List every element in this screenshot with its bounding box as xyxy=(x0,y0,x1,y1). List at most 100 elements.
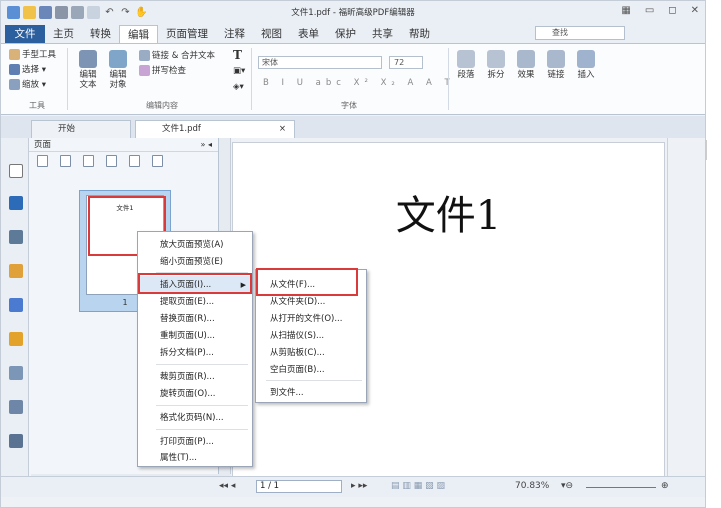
submenu-item-from-clipboard[interactable]: 从剪贴板(C)... xyxy=(256,344,366,362)
menu-item-extract-page[interactable]: 提取页面(E)... xyxy=(138,293,252,311)
shape-tool-icon[interactable]: ◈▾ xyxy=(233,82,244,92)
delete-page-icon[interactable] xyxy=(152,155,163,167)
link-label: 链接 xyxy=(547,70,565,80)
close-tab-icon[interactable]: × xyxy=(279,121,286,137)
tab-file[interactable]: 文件 xyxy=(5,25,45,43)
select-tool-button[interactable]: 选择 ▾ xyxy=(9,63,46,75)
fields-icon[interactable] xyxy=(9,400,23,414)
menu-separator xyxy=(156,364,248,365)
menu-item-zoom-in-preview[interactable]: 放大页面预览(A) xyxy=(138,236,252,254)
tab-help[interactable]: 帮助 xyxy=(401,25,438,43)
extract-page-icon[interactable] xyxy=(106,155,117,167)
menu-item-replace-page[interactable]: 替换页面(R)... xyxy=(138,310,252,328)
ribbon-toggle-icon[interactable]: ▦ xyxy=(621,5,630,16)
hand-tool-button[interactable]: 手型工具 xyxy=(9,48,56,60)
menu-item-split-document[interactable]: 拆分文档(P)... xyxy=(138,344,252,362)
font-size-select[interactable]: 72 xyxy=(389,56,423,69)
ribbon-separator xyxy=(251,48,252,110)
next-page-icon[interactable]: ▸ ▸▸ xyxy=(351,481,367,491)
tab-start[interactable]: 开始 xyxy=(31,120,131,138)
zoom-out-page-icon[interactable] xyxy=(60,155,71,167)
tab-document[interactable]: 文件1.pdf × xyxy=(135,120,295,138)
format-buttons[interactable]: B I U abc X² X₂ A A T xyxy=(263,78,455,88)
window-title: 文件1.pdf - 福昕高级PDF编辑器 xyxy=(291,8,415,18)
edit-object-button[interactable]: 编辑 对象 xyxy=(107,50,129,90)
tab-convert[interactable]: 转换 xyxy=(82,25,119,43)
image-tool-icon[interactable]: ▣▾ xyxy=(233,66,245,76)
tab-form[interactable]: 表单 xyxy=(290,25,327,43)
document-tabs: 开始 文件1.pdf × xyxy=(1,116,705,138)
spell-check-icon xyxy=(139,65,150,76)
paragraph-icon xyxy=(457,50,475,68)
insert-page-icon[interactable] xyxy=(83,155,94,167)
zoom-level[interactable]: 70.83% xyxy=(515,481,549,491)
app-window: ↶ ↷ ✋ 文件1.pdf - 福昕高级PDF编辑器 ▦ ▭ ◻ ✕ 文件 主页… xyxy=(0,0,706,508)
page-icon[interactable] xyxy=(9,164,23,178)
tab-share[interactable]: 共享 xyxy=(364,25,401,43)
search-input[interactable]: 查找 xyxy=(535,26,625,40)
menu-bar: 文件 主页 转换 编辑 页面管理 注释 视图 表单 保护 共享 帮助 查找 xyxy=(1,23,705,43)
tab-page-management[interactable]: 页面管理 xyxy=(158,25,216,43)
edit-text-button[interactable]: 编辑 文本 xyxy=(77,50,99,90)
zoom-slider[interactable] xyxy=(586,487,656,488)
menu-item-crop-page[interactable]: 裁剪页面(R)... xyxy=(138,368,252,386)
insert-button[interactable]: 插入 xyxy=(575,50,597,80)
title-bar: ↶ ↷ ✋ 文件1.pdf - 福昕高级PDF编辑器 ▦ ▭ ◻ ✕ xyxy=(1,1,705,23)
tab-protect[interactable]: 保护 xyxy=(327,25,364,43)
zoom-icon xyxy=(9,79,20,90)
comments-icon[interactable] xyxy=(9,264,23,278)
menu-item-redo-page[interactable]: 重制页面(U)... xyxy=(138,327,252,345)
lock-icon[interactable] xyxy=(9,332,23,346)
edit-text-icon xyxy=(79,50,97,68)
link-icon xyxy=(139,50,150,61)
zoom-out-icon[interactable]: ▾⊖ xyxy=(561,481,573,491)
menu-item-zoom-out-preview[interactable]: 缩小页面预览(E) xyxy=(138,253,252,271)
panel-collapse-icon[interactable]: » ◂ xyxy=(201,138,212,152)
paragraph-button[interactable]: 段落 xyxy=(455,50,477,80)
pages-panel-icon[interactable] xyxy=(9,196,23,210)
menu-item-rotate-page[interactable]: 旋转页面(O)... xyxy=(138,385,252,403)
font-name-select[interactable]: 宋体 xyxy=(258,56,382,69)
spell-check-button[interactable]: 拼写检查 xyxy=(139,64,186,76)
zoom-in-icon[interactable]: ⊕ xyxy=(661,481,669,491)
edit-object-icon xyxy=(109,50,127,68)
link-merge-button[interactable]: 链接 & 合并文本 xyxy=(139,49,215,61)
link-button[interactable]: 链接 xyxy=(545,50,567,80)
submenu-item-from-scanner[interactable]: 从扫描仪(S)... xyxy=(256,327,366,345)
layers-icon[interactable] xyxy=(9,230,23,244)
submenu-item-from-open-file[interactable]: 从打开的文件(O)... xyxy=(256,310,366,328)
text-tool-icon[interactable]: T xyxy=(233,48,242,62)
context-menu: 放大页面预览(A) 缩小页面预览(E) 插入页面(I)... ▶ 提取页面(E).… xyxy=(137,231,253,467)
signature-icon[interactable] xyxy=(9,434,23,448)
tab-view[interactable]: 视图 xyxy=(253,25,290,43)
insert-icon xyxy=(577,50,595,68)
replace-page-icon[interactable] xyxy=(129,155,140,167)
tab-comment[interactable]: 注释 xyxy=(216,25,253,43)
menu-item-properties[interactable]: 属性(T)... xyxy=(138,450,252,466)
attachment-icon[interactable] xyxy=(9,298,23,312)
link-merge-label: 链接 & 合并文本 xyxy=(152,51,216,61)
window-edge xyxy=(706,140,707,160)
close-icon[interactable]: ✕ xyxy=(691,5,699,16)
effect-button[interactable]: 效果 xyxy=(515,50,537,80)
from-file-highlight xyxy=(256,268,358,296)
maximize-icon[interactable]: ◻ xyxy=(668,5,676,16)
submenu-item-to-file[interactable]: 到文件... xyxy=(256,384,366,402)
minimize-icon[interactable]: ▭ xyxy=(645,5,654,16)
page-number-field[interactable]: 1 / 1 xyxy=(256,480,342,493)
split-button[interactable]: 拆分 xyxy=(485,50,507,80)
tab-home[interactable]: 主页 xyxy=(45,25,82,43)
menu-item-print-page[interactable]: 打印页面(P)... xyxy=(138,433,252,451)
page-title: 文件1 xyxy=(395,193,502,239)
submenu-item-blank-page[interactable]: 空白页面(B)... xyxy=(256,361,366,379)
view-mode-icons[interactable]: ▤ ▥ ▦ ▧ ▨ xyxy=(391,481,445,491)
vertical-scrollbar[interactable] xyxy=(667,138,679,478)
spell-check-label: 拼写检查 xyxy=(152,66,187,76)
zoom-in-page-icon[interactable] xyxy=(37,155,48,167)
effect-icon xyxy=(517,50,535,68)
menu-item-format-page-numbers[interactable]: 格式化页码(N)... xyxy=(138,409,252,427)
document-icon[interactable] xyxy=(9,366,23,380)
tab-edit[interactable]: 编辑 xyxy=(119,25,158,43)
zoom-tool-button[interactable]: 缩放 ▾ xyxy=(9,78,46,90)
first-page-icon[interactable]: ◂◂ ◂ xyxy=(219,481,235,491)
